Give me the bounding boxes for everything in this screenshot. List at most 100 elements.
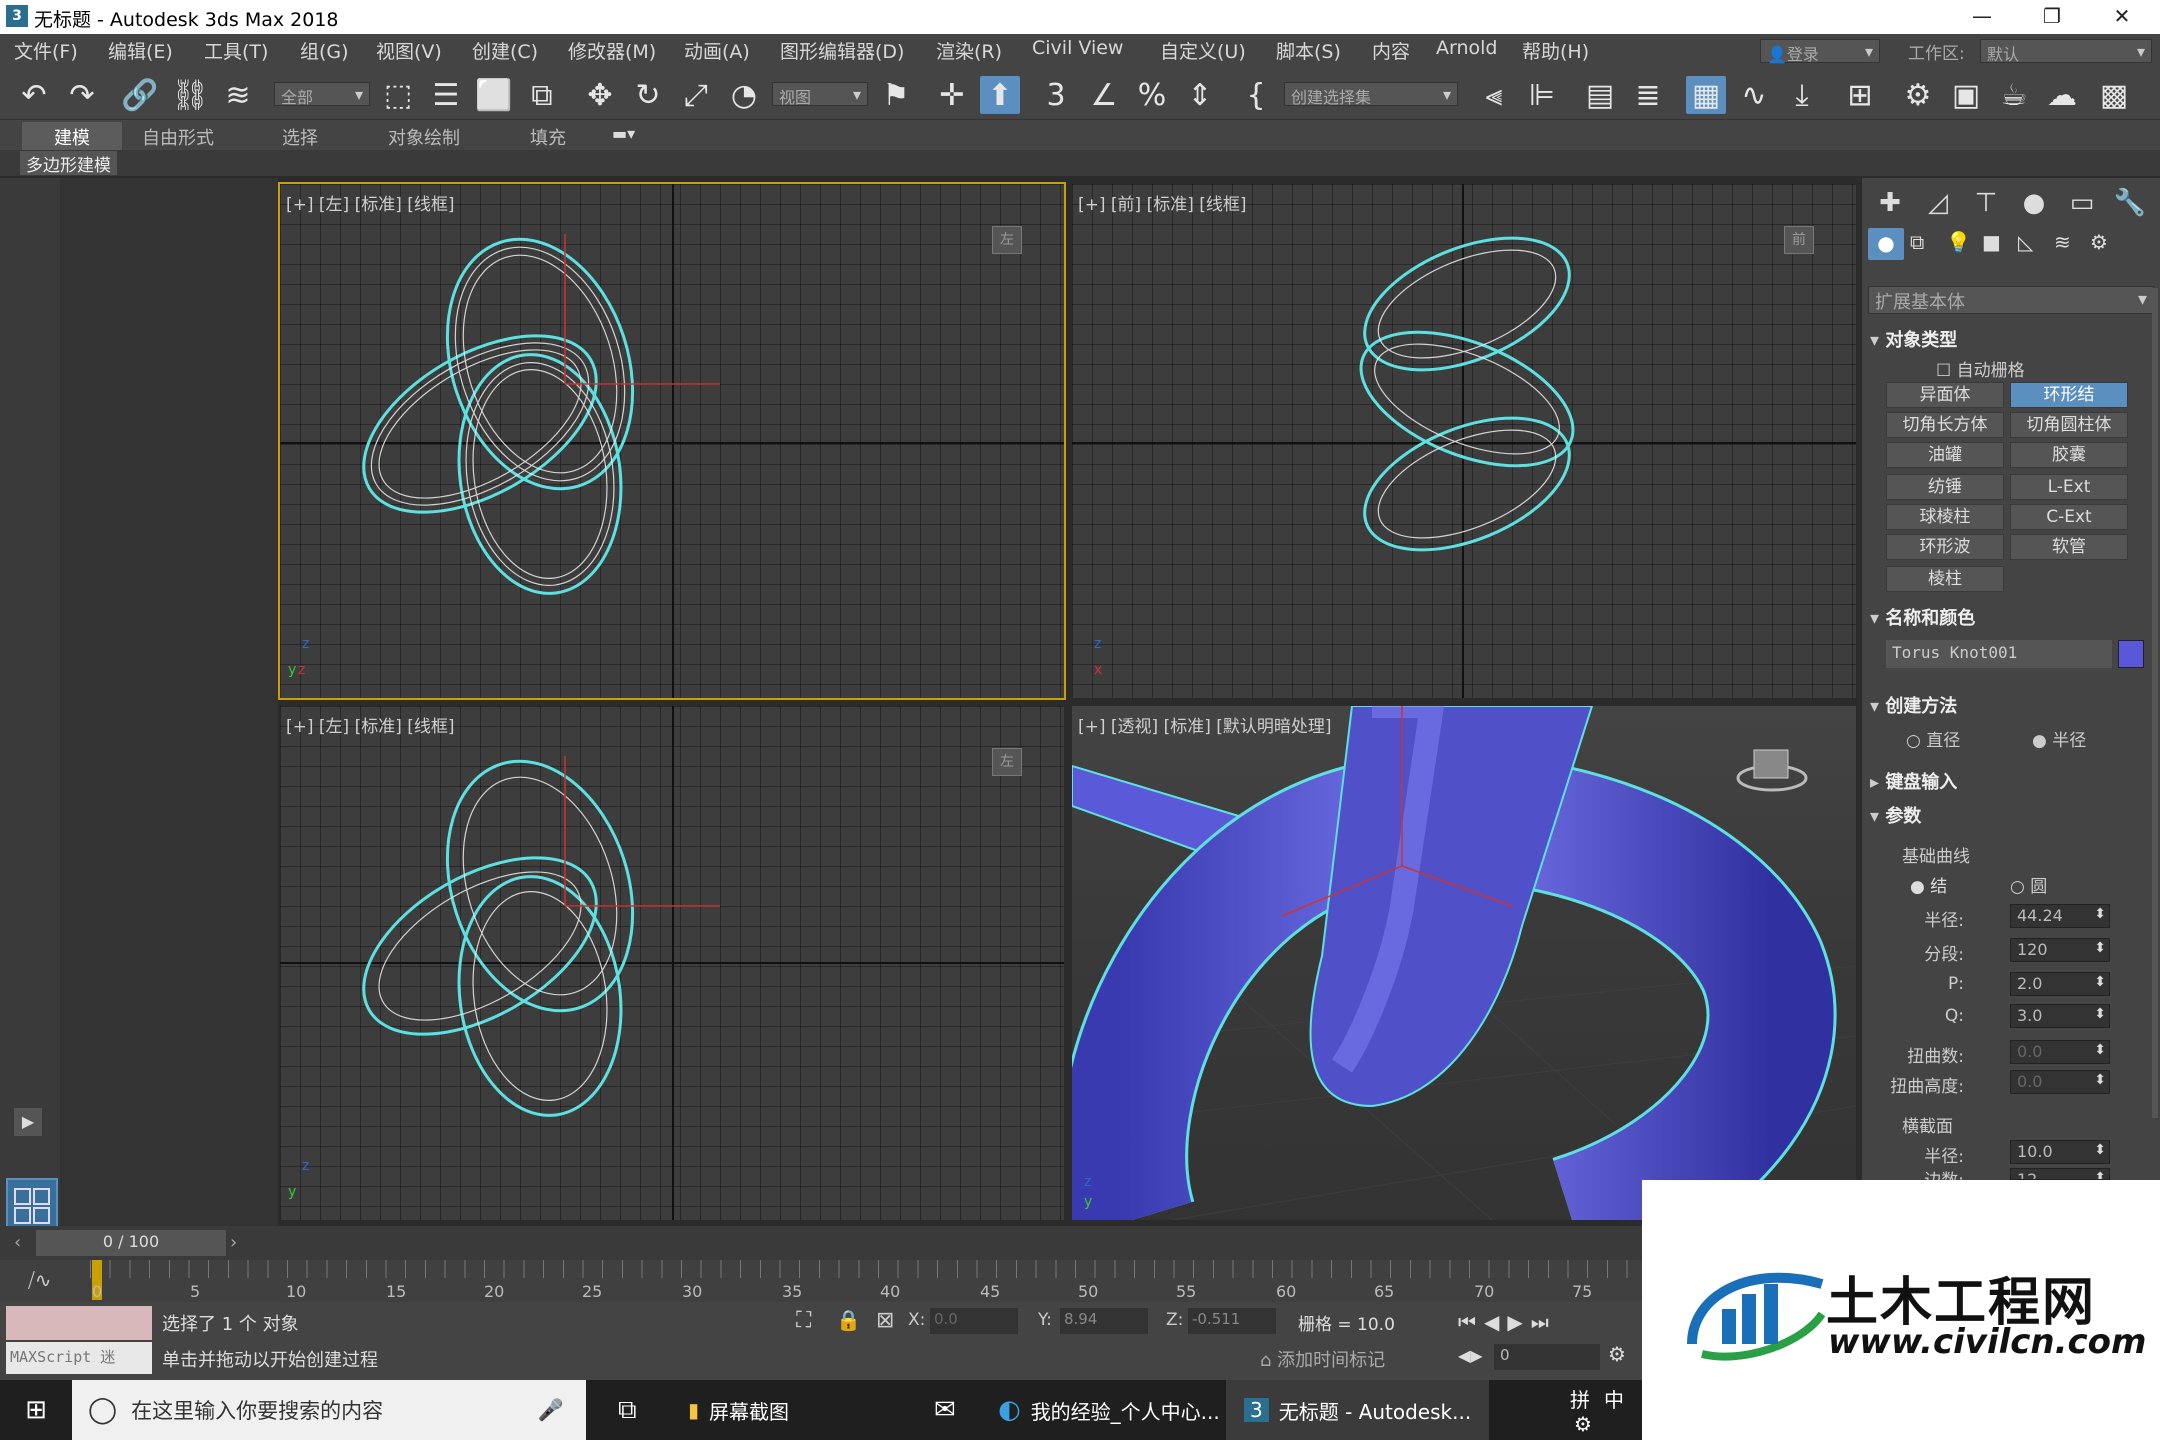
ribbon-tab-object-paint[interactable]: 对象绘制 [370,122,478,150]
radius-radio[interactable]: ● 半径 [2032,726,2086,751]
viewport-left-bottom[interactable]: [+] [左] [标准] [线框] 左 yz [280,706,1064,1220]
object-type-rollout[interactable]: 对象类型 [1870,326,2152,352]
align-icon[interactable]: ⊫ [1522,76,1562,114]
menu-animation[interactable]: 动画(A) [684,37,750,64]
diameter-radio[interactable]: ○ 直径 [1906,726,1960,751]
rect-selection-icon[interactable]: ⬜ [474,76,514,114]
minimize-button[interactable]: — [1950,0,2014,34]
ribbon-tab-populate[interactable]: 填充 [512,122,584,150]
selection-filter-dropdown[interactable]: 全部 [274,82,370,107]
knot-radio[interactable]: ● 结 [1910,872,1947,897]
menu-edit[interactable]: 编辑(E) [108,37,173,64]
maximize-button[interactable]: ❐ [2020,0,2084,34]
playback-controls[interactable]: ⏮◀▶⏭ [1458,1310,1557,1334]
rendered-frame-icon[interactable]: ▣ [1946,76,1986,114]
angle-snap-icon[interactable]: ∠ [1084,76,1124,114]
ime-grid-icon[interactable]: 拼 [1570,1384,1590,1413]
dope-sheet-icon[interactable]: ⤓ [1782,76,1822,114]
maxscript-listener[interactable] [6,1306,152,1340]
menu-group[interactable]: 组(G) [300,37,349,64]
snaps-toggle-icon[interactable]: 3 [1036,76,1076,114]
login-dropdown[interactable]: 👤登录 [1760,39,1880,64]
taskbar-edge-window[interactable]: ◐ 我的经验_个人中心... [980,1380,1238,1440]
bind-space-warp-icon[interactable]: ≋ [218,76,258,114]
utilities-tab-icon[interactable]: 🔧 [2108,184,2152,222]
isolate-icon[interactable]: ⛶ [796,1308,811,1333]
viewport-label[interactable]: [+] [左] [标准] [线框] [286,190,455,215]
scene-explorer-icon[interactable]: ▤ [1580,76,1620,114]
cameras-icon[interactable]: ■ [1982,230,2001,254]
viewport-perspective[interactable]: [+] [透视] [标准] [默认明暗处理] zy [1072,706,1856,1220]
unlink-icon[interactable]: ⛓ [170,76,210,114]
object-color-swatch[interactable] [2118,640,2144,668]
render-iterative-icon[interactable]: ▩ [2094,76,2134,114]
radius-spinner[interactable]: 44.24 [2010,904,2110,928]
ribbon-options-icon[interactable]: ▬▾ [612,124,635,143]
parameters-rollout[interactable]: 参数 [1870,802,2152,828]
menu-civil-view[interactable]: Civil View [1032,37,1123,59]
viewport-label[interactable]: [+] [透视] [标准] [默认明暗处理] [1078,712,1332,737]
next-frame-icon[interactable]: › [230,1232,248,1254]
p-spinner[interactable]: 2.0 [2010,972,2110,996]
ime-chinese-indicator[interactable]: 中 [1604,1384,1624,1413]
menu-views[interactable]: 视图(V) [376,37,442,64]
command-panel-scrollbar[interactable] [2152,288,2158,1118]
ribbon-tab-modeling[interactable]: 建模 [22,122,122,150]
spinner-snap-icon[interactable]: ⇕ [1180,76,1220,114]
maxscript-input[interactable]: MAXScript 迷 [6,1342,152,1374]
oil-tank-button[interactable]: 油罐 [1886,442,2004,468]
ribbon-toggle-icon[interactable]: ▦ [1686,76,1726,114]
display-tab-icon[interactable]: ▭ [2060,184,2104,222]
torus-knot-wireframe[interactable]: yz [280,706,1064,1220]
ribbon-subtab-poly-modeling[interactable]: 多边形建模 [20,151,117,176]
curve-editor-icon[interactable]: ∿ [1734,76,1774,114]
modify-tab-icon[interactable]: ◿ [1916,184,1960,222]
settings-gear-icon[interactable]: ⚙ [1574,1412,1592,1436]
name-color-rollout[interactable]: 名称和颜色 [1870,604,2152,630]
menu-customize[interactable]: 自定义(U) [1160,37,1246,64]
motion-tab-icon[interactable]: ● [2012,184,2056,222]
workspace-dropdown[interactable]: 默认 [1980,39,2152,64]
select-manipulate-icon[interactable]: ✛ [932,76,972,114]
time-config-icon[interactable]: ⚙ [1608,1342,1626,1366]
schematic-view-icon[interactable]: ⊞ [1840,76,1880,114]
windows-start-icon[interactable]: ⊞ [0,1380,72,1440]
space-warps-icon[interactable]: ≋ [2054,230,2071,254]
systems-icon[interactable]: ⚙ [2090,230,2108,254]
move-icon[interactable]: ✥ [580,76,620,114]
menu-content[interactable]: 内容 [1372,37,1410,64]
microphone-icon[interactable]: 🎤 [538,1398,564,1423]
mirror-icon[interactable]: ⫷ [1474,76,1514,114]
mail-icon[interactable]: ✉ [916,1380,974,1440]
menu-arnold[interactable]: Arnold [1436,37,1497,59]
keyboard-shortcut-override-icon[interactable]: ⬆ [980,76,1020,114]
c-ext-button[interactable]: C-Ext [2010,504,2128,530]
render-production-icon[interactable]: ☕ [1994,76,2034,114]
close-button[interactable]: ✕ [2090,0,2154,34]
cs-radius-spinner[interactable]: 10.0 [2010,1140,2110,1164]
render-cloud-icon[interactable]: ☁ [2042,76,2082,114]
y-coord-field[interactable]: 8.94 [1060,1308,1148,1334]
rotate-icon[interactable]: ↻ [628,76,668,114]
time-slider[interactable]: 0 / 100 [36,1230,226,1256]
torus-knot-button[interactable]: 环形结 [2010,382,2128,408]
prev-frame-icon[interactable]: ‹ [14,1232,32,1254]
viewport-label[interactable]: [+] [左] [标准] [线框] [286,712,455,737]
pivot-center-icon[interactable]: ⚑ [876,76,916,114]
lights-icon[interactable]: 💡 [1946,230,1971,254]
hose-button[interactable]: 软管 [2010,534,2128,560]
autogrid-checkbox[interactable]: ☐ 自动栅格 [1936,356,2025,381]
viewport-label[interactable]: [+] [前] [标准] [线框] [1078,190,1247,215]
scale-icon[interactable]: ⤢ [676,76,716,114]
menu-file[interactable]: 文件(F) [14,37,78,64]
task-view-icon[interactable]: ⧉ [600,1380,655,1440]
chamfer-cyl-button[interactable]: 切角圆柱体 [2010,412,2128,438]
viewport-front[interactable]: [+] [前] [标准] [线框] 前 zx [1072,184,1856,698]
named-selection-dropdown[interactable]: 创建选择集 [1284,82,1458,107]
percent-snap-icon[interactable]: % [1132,76,1172,114]
spindle-button[interactable]: 纺锤 [1886,474,2004,500]
x-coord-field[interactable]: 0.0 [930,1308,1018,1334]
layer-explorer-icon[interactable]: ≣ [1628,76,1668,114]
search-box[interactable]: ◯ 在这里输入你要搜索的内容 🎤 [72,1380,586,1440]
capsule-button[interactable]: 胶囊 [2010,442,2128,468]
